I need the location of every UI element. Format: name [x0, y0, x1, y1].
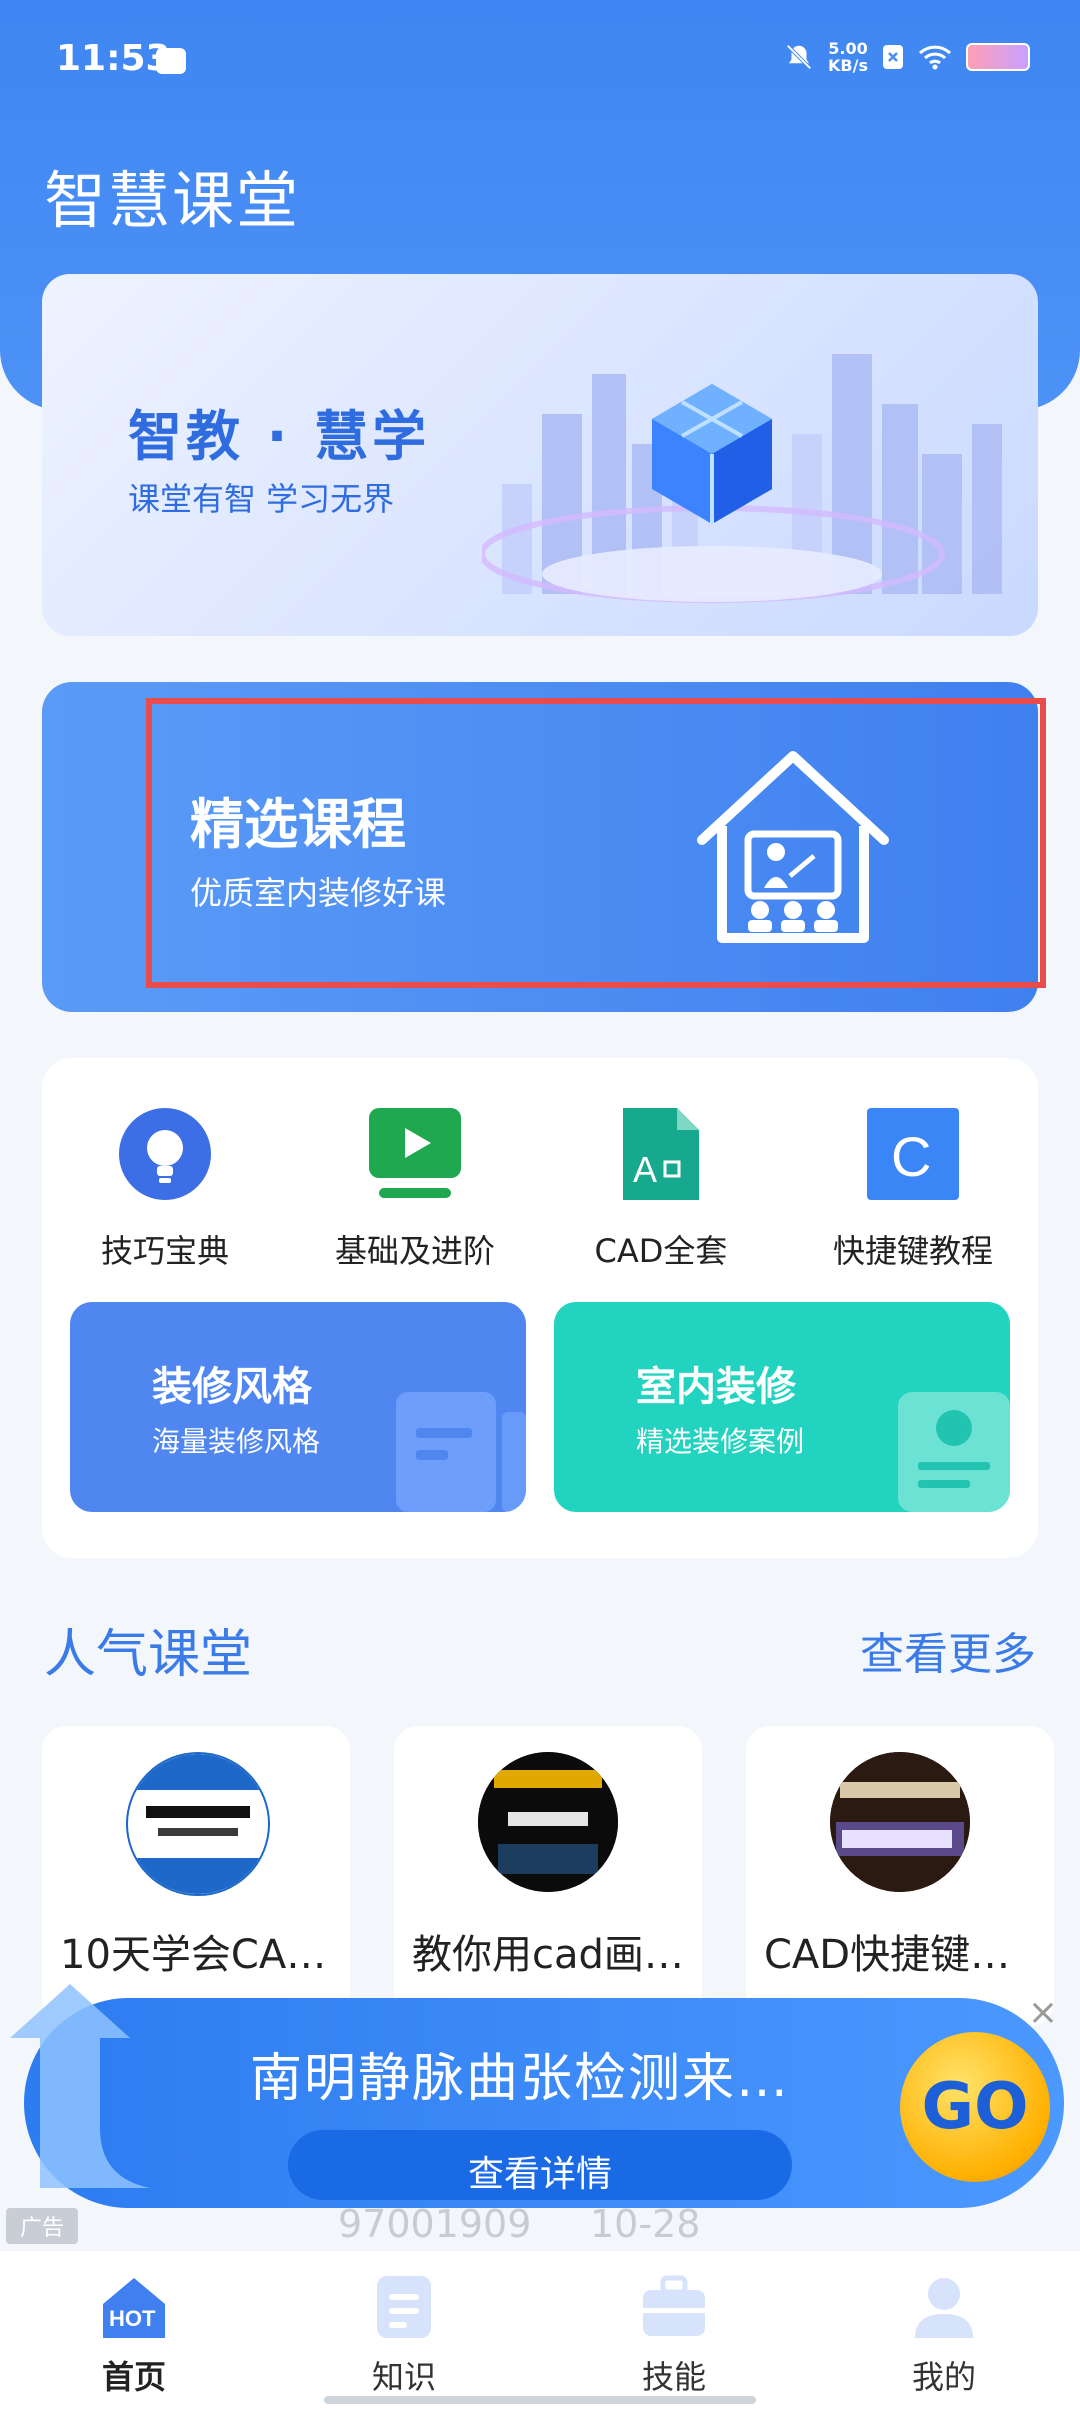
featured-title: 精选课程 — [190, 793, 406, 856]
classroom-house-icon — [697, 751, 889, 943]
document-illustration-icon — [396, 1392, 526, 1512]
bulb-icon — [119, 1108, 211, 1200]
promo-subtitle: 精选装修案例 — [636, 1425, 805, 1458]
nav-label: 技能 — [641, 2358, 706, 2396]
speed-unit: KB/s — [828, 56, 868, 75]
ad-close-icon[interactable]: × — [1028, 1992, 1058, 2033]
nav-skills[interactable]: 技能 — [594, 2274, 754, 2398]
nav-label: 我的 — [911, 2358, 976, 2396]
document-icon — [377, 2276, 431, 2338]
banner-title: 智教 · 慧学 — [128, 405, 431, 468]
course-cover-image — [830, 1752, 970, 1892]
promo-decor-style[interactable]: 装修风格 海量装修风格 — [70, 1302, 526, 1512]
course-cover-image — [478, 1752, 618, 1892]
tool-label: 快捷键教程 — [832, 1232, 993, 1270]
course-thumbnail — [830, 1752, 970, 1892]
promo-title: 装修风格 — [152, 1364, 312, 1410]
hero-banner[interactable]: 智教 · 慧学 课堂有智 学习无界 — [42, 274, 1038, 636]
nav-label: 知识 — [371, 2358, 436, 2396]
promo-subtitle: 海量装修风格 — [152, 1425, 321, 1458]
nav-home[interactable]: HOT 首页 — [54, 2274, 214, 2398]
cad-file-icon: A — [623, 1108, 699, 1200]
user-icon — [915, 2278, 973, 2338]
ad-banner[interactable]: 南明静脉曲张检测来… 查看详情 GO × — [0, 1978, 1080, 2238]
nav-profile[interactable]: 我的 — [864, 2274, 1024, 2398]
nav-label: 首页 — [101, 2358, 166, 2396]
ad-ghost-number: 97001909 — [338, 2202, 532, 2246]
status-icons: 5.00 KB/s — [784, 40, 1030, 74]
ad-ghost-date: 10-28 — [590, 2202, 701, 2246]
status-bar: 11:53 5.00 KB/s — [0, 0, 1080, 130]
profile-card-icon — [898, 1392, 1010, 1512]
video-play-icon — [369, 1108, 461, 1198]
course-thumbnail — [126, 1752, 270, 1896]
course-cover-image — [128, 1754, 268, 1894]
home-hot-icon: HOT — [103, 2278, 165, 2338]
banner-subtitle: 课堂有智 学习无界 — [128, 480, 395, 518]
svg-text:A: A — [633, 1149, 657, 1190]
tool-shortcuts[interactable]: C 快捷键教程 — [798, 1108, 1028, 1272]
message-icon — [156, 48, 186, 74]
city-illustration — [482, 354, 1002, 603]
popular-section-title: 人气课堂 — [44, 1625, 253, 1685]
ad-details-button[interactable]: 查看详情 — [288, 2130, 792, 2200]
course-title: CAD快捷键… — [764, 1932, 1011, 1978]
home-indicator[interactable] — [324, 2396, 756, 2404]
battery-icon — [966, 43, 1030, 71]
tool-basic-advanced[interactable]: 基础及进阶 — [300, 1108, 530, 1272]
network-speed: 5.00 KB/s — [828, 40, 868, 74]
svg-text:HOT: HOT — [109, 2306, 156, 2331]
see-more-link[interactable]: 查看更多 — [860, 1618, 1036, 1682]
ad-title: 南明静脉曲张检测来… — [250, 2049, 791, 2109]
mute-bell-icon — [786, 44, 812, 70]
status-time: 11:53 — [56, 38, 171, 79]
briefcase-icon — [643, 2275, 705, 2336]
tool-tips[interactable]: 技巧宝典 — [50, 1108, 280, 1272]
featured-subtitle: 优质室内装修好课 — [190, 874, 447, 912]
course-title: 教你用cad画… — [412, 1932, 684, 1978]
svg-text:C: C — [891, 1125, 931, 1188]
tool-label: CAD全套 — [594, 1232, 728, 1270]
tool-cad[interactable]: A CAD全套 — [546, 1108, 776, 1272]
wifi-icon — [918, 45, 952, 70]
promo-title: 室内装修 — [636, 1364, 796, 1410]
app-title: 智慧课堂 — [44, 164, 301, 237]
ad-label: 广告 — [6, 2208, 79, 2244]
tool-label: 技巧宝典 — [100, 1232, 229, 1270]
ad-go-button[interactable]: GO — [900, 2032, 1050, 2182]
arrow-decor-icon — [10, 1984, 150, 2188]
speed-value: 5.00 — [828, 39, 868, 58]
sim-icon — [883, 45, 903, 69]
course-thumbnail — [478, 1752, 618, 1892]
nav-knowledge[interactable]: 知识 — [324, 2274, 484, 2398]
letter-c-icon: C — [867, 1108, 959, 1200]
course-title: 10天学会CA… — [60, 1932, 327, 1978]
promo-interior-decoration[interactable]: 室内装修 精选装修案例 — [554, 1302, 1010, 1512]
tool-label: 基础及进阶 — [334, 1232, 495, 1270]
